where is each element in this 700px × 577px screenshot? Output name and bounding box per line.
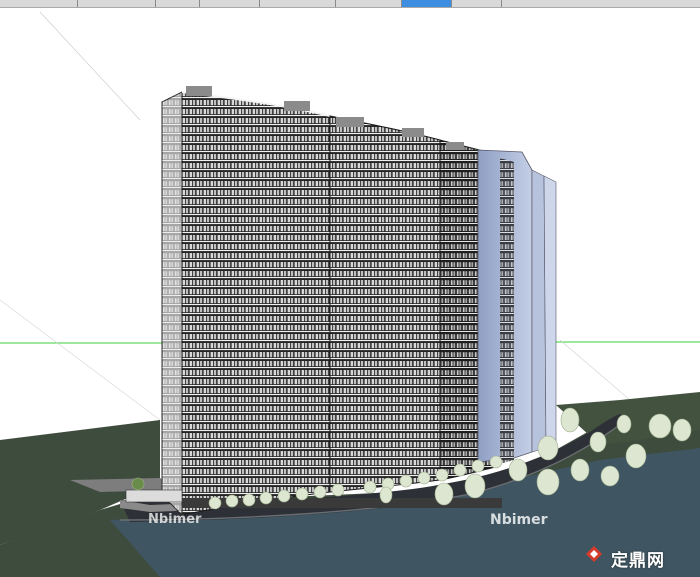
scene-tab[interactable] <box>156 0 200 7</box>
scene-tab-bar <box>0 0 700 8</box>
watermark-right: Nbimer <box>490 512 548 528</box>
building-group <box>125 86 557 517</box>
scene-tab[interactable] <box>336 0 402 7</box>
brand-text: 定鼎网 <box>611 551 665 571</box>
scene-tab[interactable] <box>0 0 78 7</box>
scene-tab[interactable] <box>78 0 156 7</box>
3d-viewport[interactable] <box>0 8 700 577</box>
scene-tab-active[interactable] <box>402 0 452 7</box>
scene-tab[interactable] <box>452 0 502 7</box>
scene-tab[interactable] <box>260 0 336 7</box>
watermark-left: Nbimer <box>148 512 202 527</box>
sketchup-window: Nbimer Nbimer 定鼎网 <box>0 0 700 577</box>
scene-tab[interactable] <box>200 0 260 7</box>
brand-watermark: 定鼎网 <box>586 546 665 571</box>
